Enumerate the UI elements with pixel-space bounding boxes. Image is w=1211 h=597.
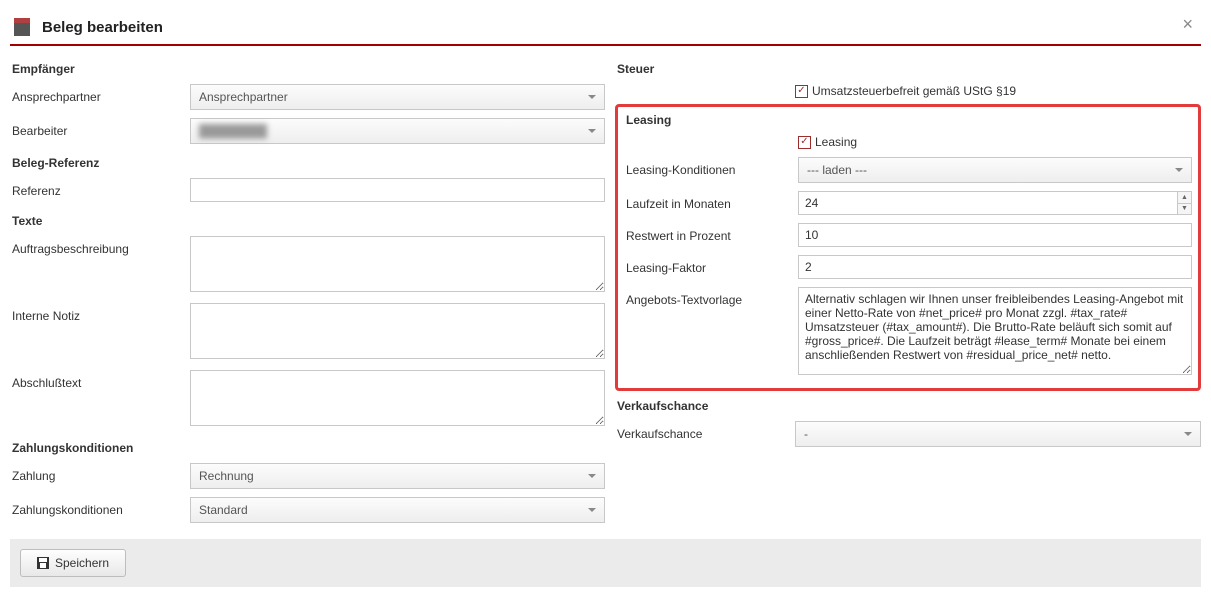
- zahlung-select[interactable]: Rechnung: [190, 463, 605, 489]
- close-icon[interactable]: ×: [1182, 14, 1193, 35]
- abschlusstext-label: Abschlußtext: [10, 370, 190, 390]
- leasing-checkbox-label: Leasing: [815, 135, 857, 149]
- leasing-checkbox[interactable]: ✓: [798, 136, 811, 149]
- restwert-label: Restwert in Prozent: [624, 223, 798, 243]
- laufzeit-label: Laufzeit in Monaten: [624, 191, 798, 211]
- angebots-textvorlage-textarea[interactable]: [798, 287, 1192, 375]
- referenz-label: Referenz: [10, 178, 190, 198]
- zahlungskonditionen-select[interactable]: Standard: [190, 497, 605, 523]
- verkaufschance-select[interactable]: -: [795, 421, 1201, 447]
- section-empfaenger: Empfänger: [10, 54, 605, 80]
- auftragsbeschreibung-label: Auftragsbeschreibung: [10, 236, 190, 256]
- chevron-down-icon: [588, 474, 596, 478]
- laufzeit-spinner[interactable]: ▲▼: [1177, 192, 1191, 214]
- leasing-faktor-label: Leasing-Faktor: [624, 255, 798, 275]
- referenz-input[interactable]: [190, 178, 605, 202]
- abschlusstext-textarea[interactable]: [190, 370, 605, 426]
- modal-title: Beleg bearbeiten: [42, 19, 163, 36]
- chevron-down-icon: [588, 95, 596, 99]
- section-zahlungskonditionen: Zahlungskonditionen: [10, 433, 605, 459]
- section-belegreferenz: Beleg-Referenz: [10, 148, 605, 174]
- verkaufschance-label: Verkaufschance: [615, 421, 795, 441]
- save-icon: [37, 557, 49, 569]
- auftragsbeschreibung-textarea[interactable]: [190, 236, 605, 292]
- restwert-input[interactable]: [798, 223, 1192, 247]
- section-leasing: Leasing: [624, 111, 1192, 131]
- ansprechpartner-select[interactable]: Ansprechpartner: [190, 84, 605, 110]
- chevron-down-icon: [1175, 168, 1183, 172]
- umsatzsteuerbefreit-checkbox[interactable]: ✓: [795, 85, 808, 98]
- section-verkaufschance: Verkaufschance: [615, 391, 1201, 417]
- umsatzsteuerbefreit-label: Umsatzsteuerbefreit gemäß UStG §19: [812, 84, 1016, 98]
- chevron-down-icon: [1184, 432, 1192, 436]
- zahlungskonditionen-label: Zahlungskonditionen: [10, 497, 190, 517]
- interne-notiz-label: Interne Notiz: [10, 303, 190, 323]
- leasing-konditionen-select[interactable]: --- laden ---: [798, 157, 1192, 183]
- angebots-textvorlage-label: Angebots-Textvorlage: [624, 287, 798, 307]
- laufzeit-input[interactable]: [798, 191, 1192, 215]
- leasing-konditionen-label: Leasing-Konditionen: [624, 157, 798, 177]
- zahlung-label: Zahlung: [10, 463, 190, 483]
- chevron-down-icon: [588, 508, 596, 512]
- chevron-down-icon: [588, 129, 596, 133]
- document-icon: [14, 18, 30, 36]
- bearbeiter-label: Bearbeiter: [10, 118, 190, 138]
- interne-notiz-textarea[interactable]: [190, 303, 605, 359]
- bearbeiter-select[interactable]: ████████: [190, 118, 605, 144]
- leasing-highlight-box: Leasing ✓ Leasing Leasing-Konditionen --…: [615, 104, 1201, 391]
- ansprechpartner-label: Ansprechpartner: [10, 84, 190, 104]
- section-steuer: Steuer: [615, 54, 1201, 80]
- leasing-faktor-input[interactable]: [798, 255, 1192, 279]
- section-texte: Texte: [10, 206, 605, 232]
- save-button[interactable]: Speichern: [20, 549, 126, 577]
